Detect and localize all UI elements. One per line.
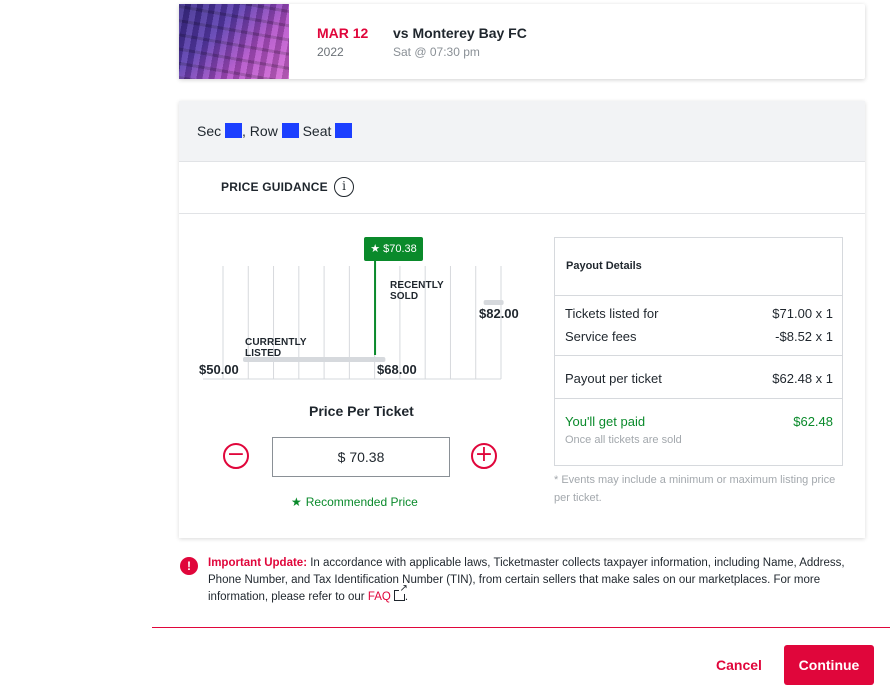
event-time: Sat @ 07:30 pm (393, 45, 480, 59)
update-title: Important Update: (208, 557, 308, 569)
service-fees-row: Service fees -$8.52 x 1 (565, 329, 833, 344)
recently-sold-label: RECENTLY SOLD (390, 280, 444, 302)
payout-divider (555, 355, 842, 356)
event-name: vs Monterey Bay FC (393, 25, 527, 41)
seat-info: Sec , Row Seat (197, 123, 353, 139)
tickets-listed-label: Tickets listed for (565, 306, 659, 321)
faq-link[interactable]: FAQ (368, 591, 391, 603)
event-year: 2022 (317, 45, 344, 59)
payout-title: Payout Details (566, 260, 642, 272)
continue-button[interactable]: Continue (784, 645, 874, 685)
payout-divider (555, 398, 842, 399)
alert-icon: ! (180, 557, 198, 575)
tickets-listed-row: Tickets listed for $71.00 x 1 (565, 306, 833, 321)
recommended-price-label: Recommended Price (305, 495, 418, 509)
increment-price-button[interactable]: + (471, 443, 497, 469)
star-icon: ★ (291, 495, 302, 509)
payout-per-ticket-row: Payout per ticket $62.48 x 1 (565, 371, 833, 386)
mid-price-label: $68.00 (377, 362, 417, 377)
info-icon[interactable]: i (334, 177, 354, 197)
recommended-price-pin: ★ $70.38 (364, 237, 423, 261)
row-label: Row (249, 123, 278, 139)
get-paid-label: You'll get paid (565, 414, 646, 429)
get-paid-row: You'll get paid $62.48 (565, 414, 833, 429)
cancel-button[interactable]: Cancel (716, 657, 762, 673)
payout-header: Payout Details (555, 238, 842, 296)
event-thumbnail (179, 4, 289, 79)
tickets-listed-value: $71.00 x 1 (772, 306, 833, 321)
recently-sold-bar (483, 300, 504, 305)
price-per-ticket-label: Price Per Ticket (309, 403, 414, 419)
event-card: MAR 12 2022 vs Monterey Bay FC Sat @ 07:… (179, 4, 865, 79)
price-input[interactable] (272, 437, 450, 477)
price-guidance-row: PRICE GUIDANCE i (179, 162, 865, 214)
decrement-price-button[interactable]: − (223, 443, 249, 469)
listing-panel: Sec , Row Seat PRICE GUIDANCE i ★ $70.38… (179, 101, 865, 538)
payout-details: Payout Details Tickets listed for $71.00… (554, 237, 843, 466)
currently-listed-label: CURRENTLY LISTED (245, 337, 307, 359)
payout-note: Once all tickets are sold (565, 434, 682, 446)
external-link-icon (393, 584, 408, 601)
min-price-label: $50.00 (199, 362, 239, 377)
price-disclaimer: * Events may include a minimum or maximu… (554, 474, 836, 504)
sec-label: Sec (197, 123, 222, 139)
row-redacted (281, 123, 299, 138)
price-guidance-label: PRICE GUIDANCE (221, 180, 328, 194)
seat-info-bar: Sec , Row Seat (179, 101, 865, 162)
event-date: MAR 12 (317, 25, 369, 41)
service-fees-label: Service fees (565, 329, 637, 344)
max-price-label: $82.00 (479, 306, 519, 321)
seat-redacted (335, 123, 353, 138)
get-paid-value: $62.48 (793, 414, 833, 429)
important-update: Important Update: In accordance with app… (208, 555, 868, 606)
sec-redacted (225, 123, 243, 138)
payout-per-ticket-label: Payout per ticket (565, 371, 662, 386)
seat-label: Seat (302, 123, 332, 139)
service-fees-value: -$8.52 x 1 (775, 329, 833, 344)
recommended-price: ★ Recommended Price (291, 495, 418, 509)
footer-divider (152, 627, 890, 628)
payout-per-ticket-value: $62.48 x 1 (772, 371, 833, 386)
